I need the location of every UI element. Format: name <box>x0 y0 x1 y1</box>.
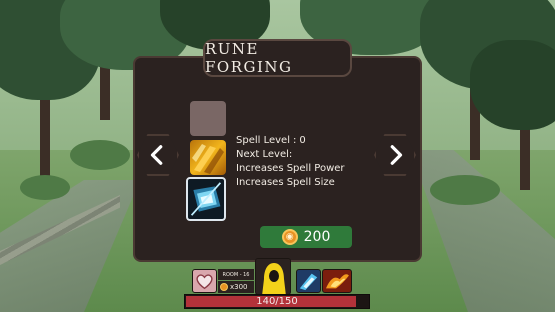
room-indicator: ROOM - 16 <box>218 269 254 280</box>
gold-counter: x300 <box>218 281 254 293</box>
spell-level-row: Spell Level:0 <box>236 135 306 146</box>
health-text: 140/150 <box>256 296 298 307</box>
room-text: ROOM - 16 <box>222 271 250 278</box>
hooded-mage-icon <box>256 259 290 294</box>
empty-rune-slot[interactable] <box>190 101 226 136</box>
gold-coin-icon: ◉ <box>281 229 298 245</box>
health-bar: 140/150 <box>184 294 370 309</box>
fire-rune-slot[interactable] <box>190 140 226 175</box>
gold-amount: x300 <box>230 283 248 291</box>
next-level-label: Next Level <box>236 149 289 160</box>
spell-level-value: 0 <box>299 135 306 146</box>
panel-title: RUNE FORGING <box>205 40 293 76</box>
ice-spell-icon <box>299 273 318 291</box>
chevron-left-icon <box>150 145 163 165</box>
fire-spell-slot[interactable] <box>322 269 352 293</box>
forge-cost-button[interactable]: ◉ 200 <box>260 226 352 248</box>
ice-rune-slot[interactable] <box>186 177 226 221</box>
rune-info: Spell Level:0 Next Level: Increases Spel… <box>236 134 345 190</box>
gold-coin-icon <box>220 283 228 291</box>
player-hud: ROOM - 16 x300 <box>192 258 364 295</box>
spell-level-label: Spell Level <box>236 135 290 146</box>
next-level-row: Next Level: <box>236 149 293 160</box>
heart-icon <box>196 274 213 290</box>
tree <box>470 40 555 130</box>
player-portrait <box>255 258 291 295</box>
ice-rune-icon <box>190 182 222 216</box>
bush <box>430 175 500 205</box>
forge-cost-value: 200 <box>303 229 331 245</box>
title-plate: RUNE FORGING <box>203 39 352 77</box>
chevron-right-icon <box>390 145 403 165</box>
bush <box>20 175 70 200</box>
effect-spell-power: Increases Spell Power <box>236 163 345 174</box>
ice-spell-slot[interactable] <box>296 269 321 293</box>
effect-spell-size: Increases Spell Size <box>236 177 335 188</box>
heart-item-slot[interactable] <box>192 269 217 293</box>
fire-spell-icon <box>326 274 349 289</box>
bush <box>70 140 130 170</box>
fire-rune-icon <box>192 144 224 174</box>
